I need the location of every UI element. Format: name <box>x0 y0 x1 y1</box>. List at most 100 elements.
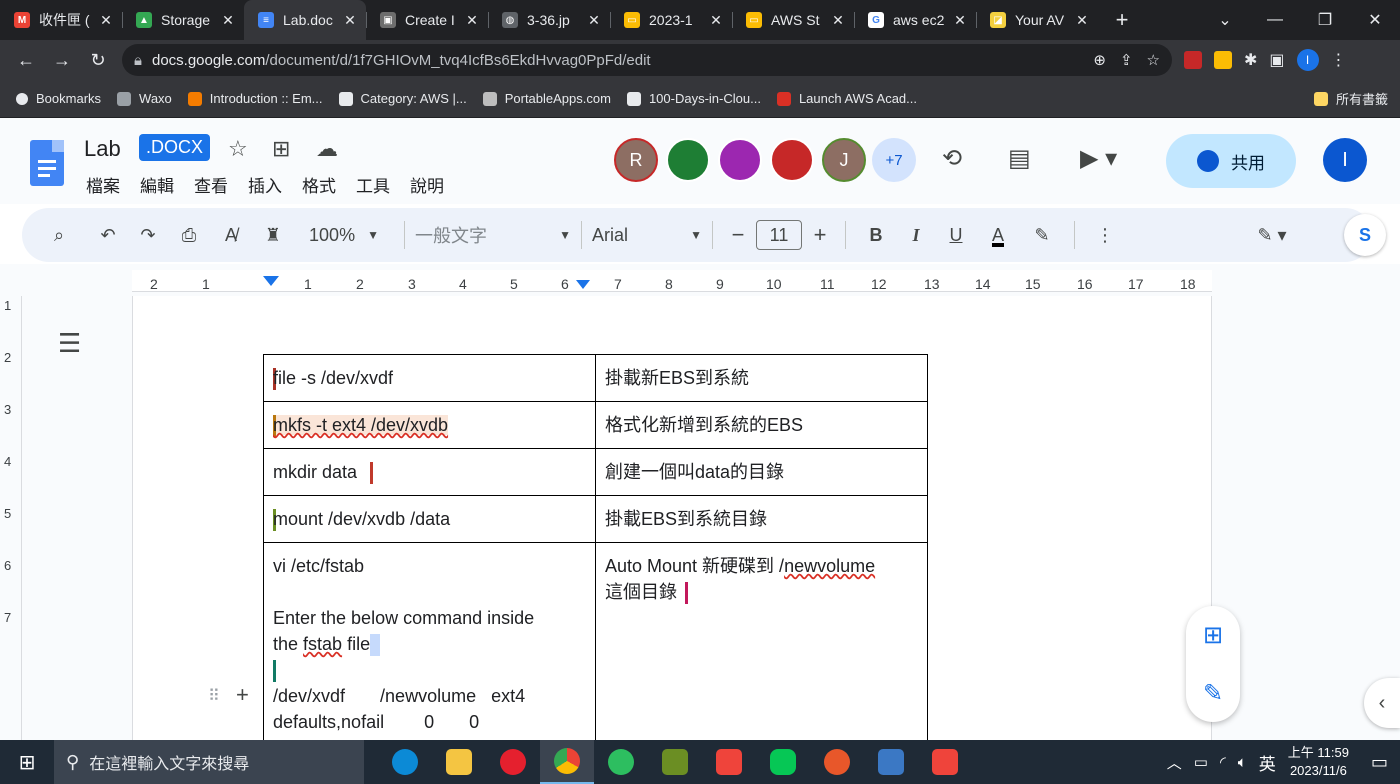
bookmark-item[interactable]: Waxo <box>117 91 172 106</box>
chrome-menu-icon[interactable]: ⋮ <box>1331 50 1347 70</box>
browser-tab[interactable]: Gaws ec2 ✕ <box>854 0 976 40</box>
left-indent-marker[interactable] <box>263 276 279 286</box>
sidepanel-icon[interactable]: ▣ <box>1269 50 1284 70</box>
browser-tab[interactable]: ▲ Storage ✕ <box>122 0 244 40</box>
windows-start-icon[interactable]: ⊞ <box>0 750 54 775</box>
docs-logo-icon[interactable] <box>30 140 64 186</box>
address-bar[interactable]: 🔒︎ docs.google.com /document/d/1f7GHIOvM… <box>122 44 1172 76</box>
collaborator-avatar[interactable]: J <box>822 138 866 182</box>
search-menus-icon[interactable]: ⌕ <box>30 208 88 262</box>
share-page-icon[interactable]: ⇪ <box>1120 51 1133 69</box>
underline-button[interactable]: U <box>936 208 976 262</box>
font-family-select[interactable]: Arial ▼ <box>592 208 702 262</box>
bookmark-item[interactable]: Launch AWS Acad... <box>776 91 917 106</box>
paragraph-style-select[interactable]: 一般文字 ▼ <box>415 208 571 262</box>
anydesk-app-icon[interactable] <box>702 740 756 784</box>
share-button[interactable]: 共用 <box>1166 134 1296 188</box>
ime-indicator[interactable]: 英 <box>1259 750 1276 775</box>
add-row-icon[interactable]: + <box>236 682 249 708</box>
browser-tab[interactable]: ◪ Your AV ✕ <box>976 0 1098 40</box>
menu-item[interactable]: 說明 <box>410 172 444 197</box>
row-drag-handle-icon[interactable]: ⠿ <box>208 686 220 706</box>
right-indent-marker[interactable] <box>576 280 590 289</box>
browser-tab[interactable]: M 收件匣 (✕ <box>0 0 122 40</box>
command-cell[interactable]: mount /dev/xvdb /data <box>263 495 596 543</box>
close-tab-icon[interactable]: ✕ <box>220 12 236 29</box>
spellcheck-icon[interactable]: A̸ <box>210 208 252 262</box>
zoom-icon[interactable]: ⊕ <box>1093 51 1106 69</box>
anydesk2-app-icon[interactable] <box>918 740 972 784</box>
editing-mode-select[interactable]: ✎ ▾ <box>1242 208 1302 262</box>
all-bookmarks-folder[interactable]: 所有書籤 <box>1313 89 1388 108</box>
back-icon[interactable]: ← <box>8 50 44 71</box>
extensions-puzzle-icon[interactable]: ✱ <box>1244 50 1257 70</box>
evernote-app-icon[interactable] <box>594 740 648 784</box>
collaborator-avatar[interactable] <box>718 138 762 182</box>
chrome-app-icon[interactable] <box>540 740 594 784</box>
description-cell[interactable]: 掛載新EBS到系統 <box>595 354 928 402</box>
add-comment-icon[interactable]: ⊞ <box>1203 621 1223 650</box>
print-icon[interactable]: ⎙ <box>168 208 210 262</box>
close-tab-icon[interactable]: ✕ <box>342 12 358 29</box>
opera-app-icon[interactable] <box>486 740 540 784</box>
close-window-button[interactable]: ✕ <box>1350 10 1400 30</box>
increase-font-size-button[interactable]: + <box>805 208 835 262</box>
command-cell[interactable]: vi /etc/fstab Enter the below command ins… <box>263 542 596 740</box>
reload-icon[interactable]: ↻ <box>80 50 116 71</box>
close-tab-icon[interactable]: ✕ <box>464 12 480 29</box>
description-cell[interactable]: 格式化新增到系統的EBS <box>595 401 928 449</box>
extension-red-icon[interactable] <box>1184 51 1202 69</box>
command-cell[interactable]: file -s /dev/xvdf <box>263 354 596 402</box>
notification-icon[interactable]: ▭ <box>1371 752 1388 773</box>
description-cell[interactable]: 創建一個叫data的目錄 <box>595 448 928 496</box>
more-collaborators[interactable]: +7 <box>872 138 916 182</box>
menu-item[interactable]: 插入 <box>248 172 282 197</box>
undo-icon[interactable]: ↶ <box>88 208 128 262</box>
tab-search-icon[interactable]: ⌄ <box>1200 10 1250 30</box>
clock[interactable]: 上午 11:59 2023/11/6 <box>1288 744 1349 780</box>
suggest-edit-icon[interactable]: ✎ <box>1203 679 1223 708</box>
italic-button[interactable]: I <box>896 208 936 262</box>
snail-app-icon[interactable] <box>810 740 864 784</box>
collaborator-avatar[interactable] <box>666 138 710 182</box>
extension-yellow-icon[interactable] <box>1214 51 1232 69</box>
close-tab-icon[interactable]: ✕ <box>830 12 846 29</box>
text-color-button[interactable]: A <box>976 208 1020 262</box>
redo-icon[interactable]: ↷ <box>128 208 168 262</box>
maximize-button[interactable]: ❐ <box>1300 10 1350 30</box>
document-title[interactable]: Lab <box>84 136 121 162</box>
account-avatar[interactable]: I <box>1323 138 1367 182</box>
more-tools-icon[interactable]: ⋮ <box>1085 208 1125 262</box>
description-cell[interactable]: Auto Mount 新硬碟到 /newvolume 這個目錄 <box>595 542 928 740</box>
menu-item[interactable]: 檔案 <box>86 172 120 197</box>
command-cell[interactable]: mkdir data <box>263 448 596 496</box>
comments-icon[interactable]: ▤ <box>1008 144 1031 173</box>
menu-item[interactable]: 格式 <box>302 172 336 197</box>
browser-tab[interactable]: ▣ Create I ✕ <box>366 0 488 40</box>
network-icon[interactable]: ▭ <box>1194 753 1208 771</box>
bold-button[interactable]: B <box>856 208 896 262</box>
line-app-icon[interactable] <box>756 740 810 784</box>
menu-item[interactable]: 編輯 <box>140 172 174 197</box>
bookmark-item[interactable]: PortableApps.com <box>482 91 611 106</box>
file-explorer-app-icon[interactable] <box>432 740 486 784</box>
bookmark-item[interactable]: Bookmarks <box>16 91 101 106</box>
wifi-icon[interactable]: ◜ <box>1220 753 1226 771</box>
browser-tab[interactable]: ▭ 2023-1 ✕ <box>610 0 732 40</box>
outline-icon[interactable]: ☰ <box>58 328 81 359</box>
close-tab-icon[interactable]: ✕ <box>586 12 602 29</box>
new-tab-button[interactable]: + <box>1098 0 1146 40</box>
menu-item[interactable]: 查看 <box>194 172 228 197</box>
font-size-input[interactable]: 11 <box>753 208 805 262</box>
cloud-status-icon[interactable]: ☁ <box>316 136 338 162</box>
highlight-icon[interactable]: ✎ <box>1020 208 1064 262</box>
zoom-select[interactable]: 100% ▼ <box>294 208 394 262</box>
star-icon[interactable]: ☆ <box>228 136 248 162</box>
image-app-icon[interactable] <box>648 740 702 784</box>
collaborator-avatar[interactable]: R <box>614 138 658 182</box>
bookmark-item[interactable]: 100-Days-in-Clou... <box>626 91 761 106</box>
close-tab-icon[interactable]: ✕ <box>952 12 968 29</box>
volume-icon[interactable]: 🔈︎ <box>1238 754 1247 771</box>
description-cell[interactable]: 掛載EBS到系統目錄 <box>595 495 928 543</box>
bookmark-star-icon[interactable]: ☆ <box>1147 51 1160 69</box>
